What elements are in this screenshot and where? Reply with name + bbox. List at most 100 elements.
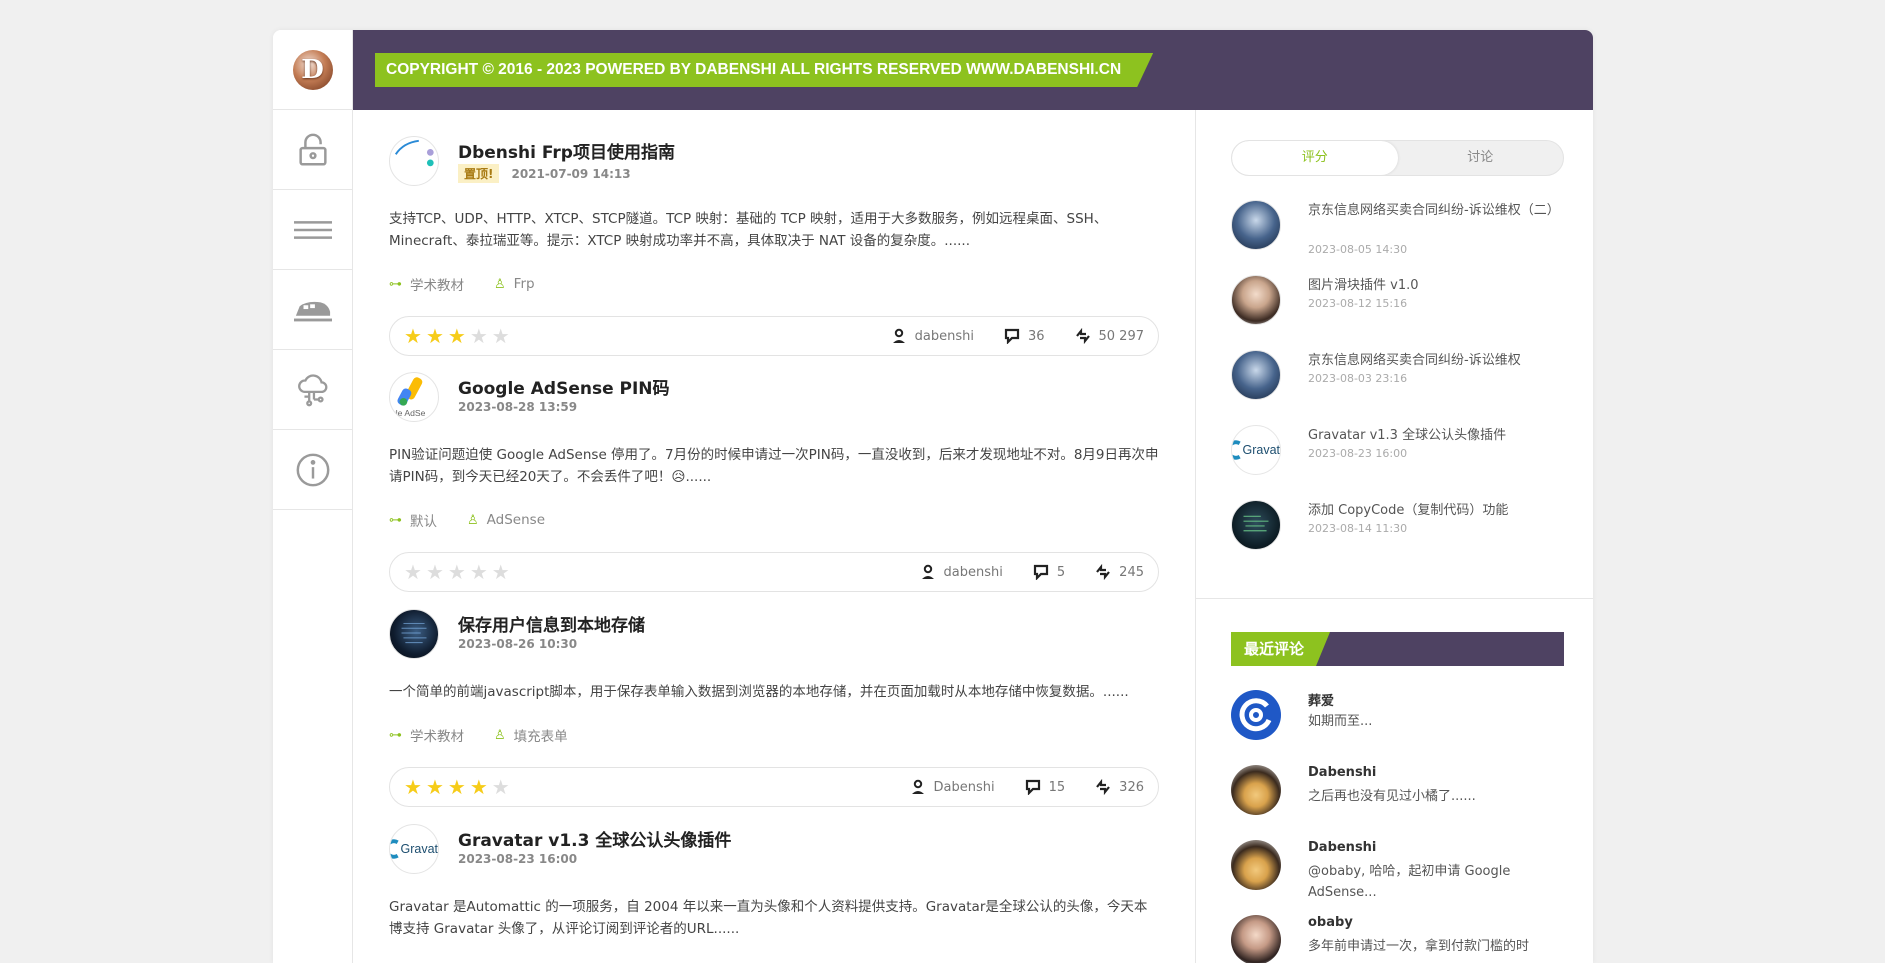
sidebar-post-title[interactable]: 京东信息网络买卖合同纠纷-诉讼维权（二） xyxy=(1308,200,1560,221)
post-author[interactable]: dabenshi xyxy=(915,329,974,344)
tag-person-icon: ♙ xyxy=(494,727,506,743)
tab-rating[interactable]: 评分 xyxy=(1232,141,1398,175)
star-icon[interactable]: ★ xyxy=(492,777,510,797)
gravatar-logo-icon: Gravat xyxy=(1232,440,1280,460)
sidebar-post-title[interactable]: 添加 CopyCode（复制代码）功能 xyxy=(1308,500,1558,521)
post-excerpt: 支持TCP、UDP、HTTP、XTCP、STCP隧道。TCP 映射：基础的 TC… xyxy=(389,211,1108,249)
nav-cloud[interactable] xyxy=(273,350,352,430)
list-item[interactable]: 图片滑块插件 v1.0 2023-08-12 15:16 xyxy=(1231,275,1564,350)
star-icon[interactable]: ★ xyxy=(448,777,466,797)
comment-author[interactable]: 葬爱 xyxy=(1308,690,1334,709)
comment-item[interactable]: Dabenshi 之后再也没有见过小橘了...... xyxy=(1231,765,1564,840)
post-date: 2021-07-09 14:13 xyxy=(511,166,631,181)
views-icon xyxy=(1075,328,1090,344)
star-icon[interactable]: ★ xyxy=(426,326,444,346)
post-thumbnail[interactable] xyxy=(389,609,439,659)
post-thumbnail[interactable] xyxy=(1231,500,1281,550)
view-count: 245 xyxy=(1119,564,1144,580)
info-icon xyxy=(296,453,329,486)
sidebar-post-title[interactable]: Gravatar v1.3 全球公认头像插件 xyxy=(1308,425,1558,446)
post-category[interactable]: 默认 xyxy=(410,510,437,530)
post-thumbnail[interactable] xyxy=(1231,350,1281,400)
star-icon[interactable]: ★ xyxy=(426,777,444,797)
post-thumbnail[interactable]: Gravat xyxy=(389,824,439,874)
comment-author[interactable]: obaby xyxy=(1308,915,1353,930)
star-icon[interactable]: ★ xyxy=(448,562,466,582)
rating-stars[interactable]: ★ ★ ★ ★ ★ xyxy=(404,777,510,797)
star-icon[interactable]: ★ xyxy=(470,777,488,797)
tab-discussion[interactable]: 讨论 xyxy=(1398,141,1564,175)
post-thumbnail[interactable]: Gravat xyxy=(1231,425,1281,475)
post-thumbnail[interactable] xyxy=(1231,275,1281,325)
star-icon[interactable]: ★ xyxy=(492,562,510,582)
post-tag[interactable]: Frp xyxy=(514,276,535,292)
sidebar-post-list: 京东信息网络买卖合同纠纷-诉讼维权（二） 2023-08-05 14:30 图片… xyxy=(1231,200,1564,575)
post-tag[interactable]: AdSense xyxy=(487,512,545,528)
train-icon xyxy=(293,301,332,321)
star-icon[interactable]: ★ xyxy=(404,777,422,797)
post-category[interactable]: 学术教材 xyxy=(410,725,464,745)
avatar[interactable] xyxy=(1231,690,1281,740)
comment-text[interactable]: @obaby, 哈哈，起初申请 Google AdSense... xyxy=(1308,861,1548,903)
post-title[interactable]: Gravatar v1.3 全球公认头像插件 xyxy=(458,826,731,851)
sidebar-post-title[interactable]: 京东信息网络买卖合同纠纷-诉讼维权 xyxy=(1308,350,1558,371)
nav-lock[interactable] xyxy=(273,110,352,190)
cloud-icon xyxy=(297,373,327,406)
post-thumbnail[interactable] xyxy=(389,136,439,186)
post-item: 保存用户信息到本地存储 2023-08-26 10:30 一个简单的前端java… xyxy=(389,609,1159,807)
avatar[interactable] xyxy=(1231,915,1281,963)
comment-item[interactable]: obaby 多年前申请过一次，拿到付款门槛的时 xyxy=(1231,915,1564,963)
svg-text:Gravat: Gravat xyxy=(401,842,438,856)
star-icon[interactable]: ★ xyxy=(404,562,422,582)
rating-stars[interactable]: ★ ★ ★ ★ ★ xyxy=(404,326,510,346)
sidebar-divider xyxy=(1196,598,1593,599)
post-tag[interactable]: 填充表单 xyxy=(514,725,568,745)
post-author[interactable]: dabenshi xyxy=(944,565,1003,580)
star-icon[interactable]: ★ xyxy=(470,562,488,582)
post-date: 2023-08-26 10:30 xyxy=(458,637,578,651)
recent-comments-header: 最近评论 xyxy=(1231,632,1564,666)
comment-item[interactable]: 葬爱 如期而至... xyxy=(1231,690,1564,765)
post-item: Gravat Gravatar v1.3 全球公认头像插件 2023-08-23… xyxy=(389,824,1159,940)
views-icon xyxy=(1096,779,1111,795)
post-author[interactable]: Dabenshi xyxy=(934,780,995,795)
sidebar-tabs: 评分 讨论 xyxy=(1231,140,1564,176)
comment-text[interactable]: 如期而至... xyxy=(1308,711,1548,732)
category-key-icon: ⊶ xyxy=(389,512,402,528)
star-icon[interactable]: ★ xyxy=(448,326,466,346)
post-title[interactable]: Dbenshi Frp项目使用指南 xyxy=(458,138,675,163)
list-item[interactable]: 添加 CopyCode（复制代码）功能 2023-08-14 11:30 xyxy=(1231,500,1564,575)
post-thumbnail[interactable]: gle AdSe xyxy=(389,372,439,422)
comment-count: 36 xyxy=(1027,328,1045,344)
comment-author[interactable]: Dabenshi xyxy=(1308,840,1376,855)
nav-menu[interactable] xyxy=(273,190,352,270)
list-item[interactable]: Gravat Gravatar v1.3 全球公认头像插件 2023-08-23… xyxy=(1231,425,1564,500)
list-item[interactable]: 京东信息网络买卖合同纠纷-诉讼维权（二） 2023-08-05 14:30 xyxy=(1231,200,1564,275)
post-category[interactable]: 学术教材 xyxy=(410,274,464,294)
comment-text[interactable]: 多年前申请过一次，拿到付款门槛的时 xyxy=(1308,936,1548,957)
nav-train[interactable] xyxy=(273,270,352,350)
post-date: 2023-08-28 13:59 xyxy=(458,400,578,414)
rating-stars[interactable]: ★ ★ ★ ★ ★ xyxy=(404,562,510,582)
comment-author[interactable]: Dabenshi xyxy=(1308,765,1376,780)
comment-text[interactable]: 之后再也没有见过小橘了...... xyxy=(1308,786,1548,807)
star-icon[interactable]: ★ xyxy=(426,562,444,582)
lock-icon xyxy=(298,133,327,165)
star-icon[interactable]: ★ xyxy=(492,326,510,346)
post-title[interactable]: Google AdSense PIN码 xyxy=(458,374,670,399)
category-key-icon: ⊶ xyxy=(389,727,402,743)
avatar[interactable] xyxy=(1231,840,1281,890)
site-logo[interactable]: D xyxy=(273,30,352,110)
comment-item[interactable]: Dabenshi @obaby, 哈哈，起初申请 Google AdSense.… xyxy=(1231,840,1564,915)
star-icon[interactable]: ★ xyxy=(404,326,422,346)
post-thumbnail[interactable] xyxy=(1231,200,1281,250)
post-title[interactable]: 保存用户信息到本地存储 xyxy=(458,611,645,636)
nav-info[interactable] xyxy=(273,430,352,510)
sidebar-post-date: 2023-08-23 16:00 xyxy=(1308,447,1408,460)
star-icon[interactable]: ★ xyxy=(470,326,488,346)
sidebar-post-title[interactable]: 图片滑块插件 v1.0 xyxy=(1308,275,1558,296)
list-item[interactable]: 京东信息网络买卖合同纠纷-诉讼维权 2023-08-03 23:16 xyxy=(1231,350,1564,425)
avatar[interactable] xyxy=(1231,765,1281,815)
post-footer-bar: ★ ★ ★ ★ ★ dabenshi 36 50 297 xyxy=(389,316,1159,356)
copyright-banner: COPYRIGHT © 2016 - 2023 POWERED BY DABEN… xyxy=(375,53,1153,87)
